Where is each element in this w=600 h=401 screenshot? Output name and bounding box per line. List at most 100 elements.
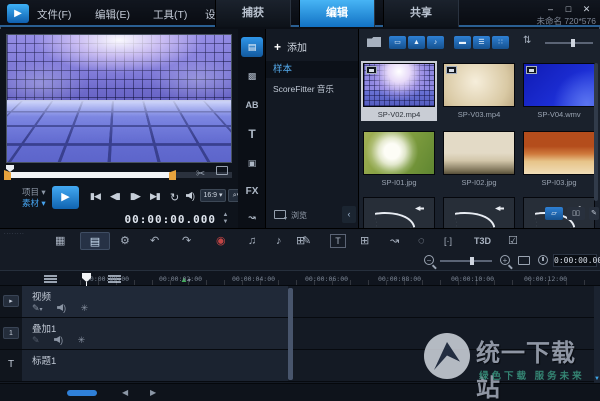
track-panel-divider[interactable] (288, 288, 293, 380)
video-track-header[interactable]: 视频 ✎▾ ) ✳ (22, 286, 288, 317)
splitter-dots[interactable]: ⋅⋅⋅⋅⋅⋅⋅⋅ (4, 231, 25, 237)
timeline-view-button[interactable]: ▤ (80, 232, 110, 250)
scroll-left-icon[interactable]: ◀ (122, 388, 128, 397)
tab-capture[interactable]: 捕获 (215, 0, 291, 27)
media-item[interactable]: SP-I02.jpg (441, 131, 517, 187)
browse-label[interactable]: 浏览 (291, 210, 307, 221)
nav-filter-icon[interactable]: FX (241, 182, 263, 202)
nav-instant-project-icon[interactable]: ▩ (241, 66, 263, 86)
options-panel-button[interactable]: ▯▯ (567, 207, 585, 220)
undo-button[interactable]: ↶ (150, 232, 159, 250)
mute-track-icon[interactable]: ) (57, 303, 66, 313)
nav-title-icon[interactable]: T (241, 124, 263, 144)
media-item[interactable]: SP-V02.mp4 (361, 61, 437, 121)
ripple-edit-icon[interactable]: ✎ (32, 335, 40, 345)
storyboard-view-button[interactable]: ▦ (55, 232, 65, 250)
home-button[interactable]: ▮◀ (90, 191, 101, 202)
zoom-in-icon[interactable]: + (500, 255, 510, 265)
redo-button[interactable]: ↷ (182, 232, 191, 250)
overlay-track-row[interactable]: 1 叠加1 ✎ ) ✳ (0, 318, 600, 350)
filter-audio-button[interactable]: ♪ (427, 36, 444, 49)
enlarge-preview-icon[interactable] (216, 166, 228, 175)
video-thumbnail[interactable] (363, 63, 435, 107)
tab-share[interactable]: 共享 (383, 0, 459, 27)
video-thumbnail[interactable] (443, 63, 515, 107)
filter-video-button[interactable]: ▭ (389, 36, 406, 49)
video-track-row[interactable]: ▸ 视频 ✎▾ ) ✳ (0, 286, 600, 318)
scrubber-marker[interactable] (6, 165, 14, 172)
maximize-button[interactable]: □ (561, 3, 576, 15)
play-button[interactable]: ▶ (52, 186, 79, 209)
track-filter-icon[interactable]: ✳ (78, 335, 86, 345)
list-view-button[interactable]: ☰ (473, 36, 490, 49)
add-folder-button[interactable]: + 添加 (274, 39, 307, 54)
zoom-out-icon[interactable]: − (424, 255, 434, 265)
timecode-spinner[interactable]: ▲ ▼ (221, 212, 230, 226)
overlay-track-icon[interactable]: 1 (3, 327, 19, 339)
trim-bar[interactable] (4, 170, 170, 180)
next-frame-button[interactable]: ▮▶ (130, 191, 141, 202)
library-view-button[interactable]: ▱ (545, 207, 563, 220)
region-select-button[interactable]: [·] (444, 232, 452, 250)
sound-mixer-button[interactable]: ♫ (248, 232, 256, 250)
title-track-row[interactable]: T 标题1 (0, 350, 600, 382)
folder-item-sample[interactable]: 样本 (266, 61, 358, 78)
tab-edit[interactable]: 编辑 (299, 0, 375, 27)
end-button[interactable]: ▶▮ (150, 191, 161, 202)
horizontal-scrollbar[interactable] (67, 390, 97, 396)
media-item[interactable]: SP-I03.jpg (521, 131, 597, 187)
folder-item-scorefitter[interactable]: ScoreFitter 音乐 (266, 81, 358, 98)
collapse-panel-button[interactable]: ‹ (342, 206, 356, 223)
image-thumbnail[interactable] (363, 131, 435, 175)
batch-tool-button[interactable]: ☑ (508, 232, 518, 250)
media-item[interactable]: SP-I01.jpg (361, 131, 437, 187)
track-filter-icon[interactable]: ✳ (81, 303, 89, 313)
ripple-edit-icon[interactable]: ✎▾ (32, 303, 43, 313)
trim-end-handle[interactable] (169, 170, 176, 180)
nav-transition-icon[interactable]: AB (241, 95, 263, 115)
video-thumbnail[interactable] (523, 63, 595, 107)
mask-creator-button[interactable]: ◌ (418, 232, 425, 250)
hide-titles-button[interactable]: ▬ (454, 36, 471, 49)
nav-graphic-icon[interactable]: ▣ (241, 153, 263, 173)
track-manager-icon[interactable] (44, 274, 57, 284)
menu-file[interactable]: 文件(F) (37, 7, 71, 22)
preview-timecode[interactable]: 00:00:00.000 (125, 213, 216, 226)
fit-project-icon[interactable] (518, 256, 530, 265)
timeline-ruler[interactable]: ▲▾ 00:00:00:00 00:00:02:00 00:00:04:00 0… (0, 270, 600, 287)
timeline-timecode[interactable]: 0:00:00.000 (553, 254, 600, 267)
nav-path-icon[interactable]: ↝ (241, 207, 263, 227)
video-track-icon[interactable]: ▸ (3, 295, 19, 307)
title-3d-button[interactable]: T3D (474, 232, 491, 250)
title-track-icon[interactable]: T (3, 359, 19, 371)
nav-media-icon[interactable]: ▤ (241, 37, 263, 57)
multicam-editor-button[interactable]: ⊞ (296, 232, 305, 250)
trim-start-handle[interactable] (4, 170, 11, 180)
media-item[interactable]: SP-V03.mp4 (441, 63, 517, 119)
title-track-header[interactable]: 标题1 (22, 350, 288, 381)
record-capture-button[interactable]: ◉ (216, 232, 226, 250)
image-thumbnail[interactable] (523, 131, 595, 175)
filter-photo-button[interactable]: ▲ (408, 36, 425, 49)
aspect-ratio-select[interactable]: 16:9 ▾ (200, 189, 226, 202)
volume-button[interactable]: ) (186, 191, 195, 201)
edit-pencil-button[interactable]: ✎ (589, 207, 599, 220)
overlay-track-header[interactable]: 叠加1 ✎ ) ✳ (22, 318, 288, 349)
import-media-icon[interactable] (367, 37, 381, 47)
thumbnail-view-button[interactable]: ∷ (492, 36, 509, 49)
duration-clock-icon[interactable] (538, 255, 548, 265)
scroll-down-icon[interactable]: ▼ (594, 376, 600, 382)
minimize-button[interactable]: – (543, 3, 558, 15)
motion-tracking-button[interactable]: ↝ (390, 232, 399, 250)
clip-mode-label[interactable]: 素材 ▾ (22, 198, 46, 208)
thumbnail-size-slider[interactable] (545, 39, 593, 47)
multicam-editor-button[interactable]: ⊞ (360, 232, 369, 250)
scroll-right-icon[interactable]: ▶ (150, 388, 156, 397)
prev-frame-button[interactable]: ◀▮ (110, 191, 121, 202)
media-scrollbar[interactable] (594, 63, 598, 201)
close-button[interactable]: ✕ (579, 3, 594, 15)
subtitle-editor-button[interactable]: T (330, 234, 346, 248)
auto-music-button[interactable]: ♪ (276, 232, 282, 250)
repeat-button[interactable]: ↻ (170, 191, 179, 204)
slider-thumb[interactable] (571, 39, 575, 47)
